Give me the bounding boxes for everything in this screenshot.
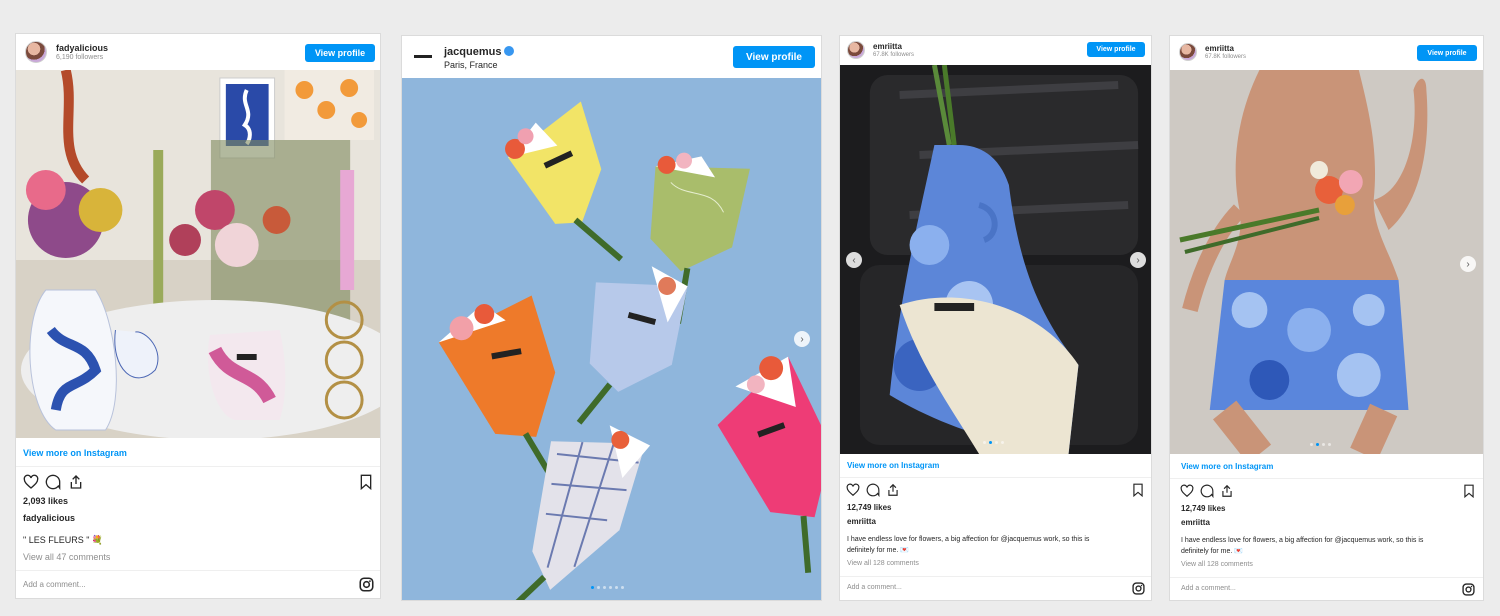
post-image[interactable]: › (402, 78, 821, 600)
caption-username[interactable]: emriitta (847, 517, 876, 526)
share-icon[interactable] (68, 474, 84, 490)
chevron-left-icon[interactable]: ‹ (846, 252, 862, 268)
instagram-icon[interactable] (359, 577, 374, 592)
heart-icon[interactable] (1180, 484, 1194, 498)
instagram-icon[interactable] (1462, 583, 1475, 596)
view-profile-button[interactable]: View profile (305, 44, 375, 62)
view-more-link[interactable]: View more on Instagram (23, 448, 127, 458)
username[interactable]: jacquemus (444, 46, 515, 58)
instagram-icon[interactable] (1132, 582, 1145, 595)
post-card-emriitta-2: emriitta 67.8K followers View profile › … (1169, 35, 1484, 601)
brand-logo[interactable] (414, 55, 432, 58)
carousel-dots (1310, 443, 1331, 446)
caption-text-line1: I have endless love for flowers, a big a… (847, 536, 1090, 543)
heart-icon[interactable] (23, 474, 39, 490)
add-comment-input[interactable]: Add a comment... (23, 580, 86, 589)
bookmark-icon[interactable] (1463, 484, 1475, 499)
like-count[interactable]: 12,749 likes (1181, 504, 1225, 513)
heart-icon[interactable] (846, 483, 860, 497)
post-card-fadyalicious: fadyalicious 6,190 followers View profil… (15, 33, 381, 599)
divider (16, 570, 380, 571)
chevron-right-icon[interactable]: › (794, 331, 810, 347)
divider (16, 466, 380, 467)
username[interactable]: emriitta (873, 42, 902, 51)
caption-username[interactable]: fadyalicious (23, 513, 75, 523)
post-header: fadyalicious 6,190 followers View profil… (16, 34, 380, 70)
comment-icon[interactable] (1200, 484, 1214, 499)
add-comment-input[interactable]: Add a comment... (847, 584, 902, 591)
caption-username[interactable]: emriitta (1181, 518, 1210, 527)
view-profile-button[interactable]: View profile (1087, 42, 1145, 57)
post-header: emriitta 67.8K followers View profile (1170, 36, 1483, 67)
view-more-link[interactable]: View more on Instagram (1181, 462, 1273, 471)
bookmark-icon[interactable] (1132, 483, 1144, 498)
follower-count: 67.8K followers (873, 52, 915, 58)
divider (840, 477, 1151, 478)
share-icon[interactable] (1220, 484, 1234, 498)
view-more-link[interactable]: View more on Instagram (847, 461, 939, 470)
post-header: jacquemus Paris, France View profile (402, 36, 821, 78)
carousel-dots (591, 586, 624, 589)
avatar[interactable] (25, 41, 47, 63)
divider (1170, 577, 1483, 578)
add-comment-input[interactable]: Add a comment... (1181, 585, 1236, 592)
caption-text-line2: definitely for me. 💌 (847, 547, 910, 554)
post-card-jacquemus: jacquemus Paris, France View profile › (401, 35, 822, 601)
post-image[interactable] (16, 70, 380, 438)
follower-count: 6,190 followers (56, 54, 104, 61)
post-image[interactable]: › (1170, 70, 1483, 454)
username[interactable]: fadyalicious (56, 43, 108, 53)
chevron-right-icon[interactable]: › (1130, 252, 1146, 268)
view-all-comments-link[interactable]: View all 128 comments (1181, 561, 1253, 568)
location[interactable]: Paris, France (444, 60, 498, 70)
bookmark-icon[interactable] (359, 474, 373, 491)
username-text: jacquemus (444, 46, 502, 58)
chevron-right-icon[interactable]: › (1460, 256, 1476, 272)
divider (840, 576, 1151, 577)
caption-text: " LES FLEURS " 💐 (23, 535, 104, 545)
post-card-emriitta-1: emriitta 67.8K followers View profile ‹ … (839, 35, 1152, 601)
like-count[interactable]: 12,749 likes (847, 503, 891, 512)
follower-count: 67.8K followers (1205, 54, 1247, 60)
divider (1170, 478, 1483, 479)
post-image[interactable]: ‹ › (840, 65, 1151, 454)
comment-icon[interactable] (866, 483, 880, 498)
carousel-dots (983, 441, 1004, 444)
like-count[interactable]: 2,093 likes (23, 496, 68, 506)
post-header: emriitta 67.8K followers View profile (840, 36, 1151, 65)
view-profile-button[interactable]: View profile (733, 46, 815, 68)
verified-icon (504, 46, 515, 56)
avatar[interactable] (847, 41, 865, 59)
view-all-comments-link[interactable]: View all 128 comments (847, 560, 919, 567)
share-icon[interactable] (886, 483, 900, 497)
caption-text-line2: definitely for me. 💌 (1181, 548, 1244, 555)
view-all-comments-link[interactable]: View all 47 comments (23, 552, 110, 562)
avatar[interactable] (1179, 43, 1197, 61)
username[interactable]: emriitta (1205, 44, 1234, 53)
view-profile-button[interactable]: View profile (1417, 45, 1477, 61)
caption-text-line1: I have endless love for flowers, a big a… (1181, 537, 1424, 544)
comment-icon[interactable] (45, 474, 61, 491)
